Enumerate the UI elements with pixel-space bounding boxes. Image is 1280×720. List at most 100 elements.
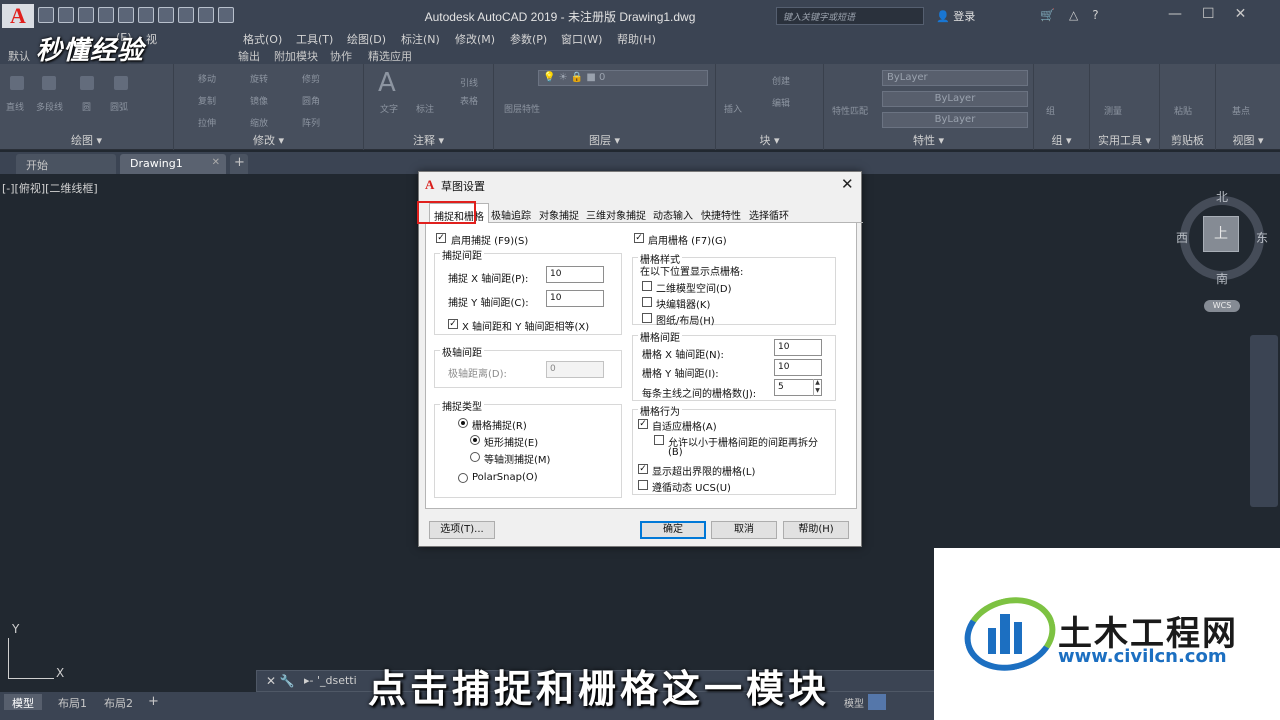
- maximize-button[interactable]: ☐: [1202, 6, 1215, 22]
- base-label[interactable]: 基点: [1232, 104, 1250, 117]
- help-icon[interactable]: ?: [1092, 8, 1098, 22]
- fillet-label[interactable]: 圆角: [302, 94, 320, 107]
- tab-dynamic-input[interactable]: 动态输入: [653, 207, 693, 222]
- navigation-bar[interactable]: [1250, 335, 1278, 507]
- ribbon-tab-output[interactable]: 输出: [238, 48, 260, 64]
- tab-polar-tracking[interactable]: 极轴追踪: [491, 207, 531, 222]
- layer-properties-label[interactable]: 图层特性: [504, 102, 540, 115]
- block-editor-checkbox[interactable]: [642, 297, 652, 307]
- grid-toggle-icon[interactable]: [868, 694, 886, 710]
- lineweight-dropdown[interactable]: ByLayer: [882, 112, 1028, 128]
- line-icon[interactable]: [10, 76, 24, 90]
- polar-distance-input[interactable]: 0: [546, 361, 604, 378]
- linetype-dropdown[interactable]: ByLayer: [882, 91, 1028, 107]
- new-tab-button[interactable]: +: [230, 154, 248, 174]
- polar-snap-radio[interactable]: [458, 473, 468, 483]
- ok-button[interactable]: 确定: [640, 521, 706, 539]
- polyline-icon[interactable]: [42, 76, 56, 90]
- layers-panel-title[interactable]: 图层 ▾: [494, 132, 715, 148]
- color-dropdown[interactable]: ByLayer: [882, 70, 1028, 86]
- menu-dimension[interactable]: 标注(N): [401, 31, 440, 47]
- insert-label[interactable]: 插入: [724, 102, 742, 115]
- snap-on-checkbox[interactable]: ✓: [436, 233, 446, 243]
- adaptive-grid-checkbox[interactable]: ✓: [638, 419, 648, 429]
- layout-tab-layout2[interactable]: 布局2: [96, 694, 141, 710]
- view-panel-title[interactable]: 视图 ▾: [1216, 132, 1280, 148]
- ribbon-tab-default[interactable]: 默认: [8, 48, 30, 64]
- grid-y-input[interactable]: 10: [774, 359, 822, 376]
- viewcube-south[interactable]: 南: [1216, 270, 1228, 287]
- menu-modify[interactable]: 修改(M): [455, 31, 495, 47]
- minimize-button[interactable]: —: [1168, 6, 1182, 22]
- paste-label[interactable]: 粘贴: [1174, 104, 1192, 117]
- mirror-label[interactable]: 镜像: [250, 94, 268, 107]
- tab-quick-properties[interactable]: 快捷特性: [701, 207, 741, 222]
- subdivide-checkbox[interactable]: [654, 435, 664, 445]
- match-properties-label[interactable]: 特性匹配: [832, 104, 868, 117]
- block-panel-title[interactable]: 块 ▾: [716, 132, 823, 148]
- annotation-panel-title[interactable]: 注释 ▾: [364, 132, 493, 148]
- snap-y-input[interactable]: 10: [546, 290, 604, 307]
- ribbon-tab-addins[interactable]: 附加模块: [274, 48, 318, 64]
- menu-format[interactable]: 格式(O): [243, 31, 282, 47]
- measure-label[interactable]: 测量: [1104, 104, 1122, 117]
- doc-tab-start[interactable]: 开始: [16, 154, 116, 174]
- layout-tab-model[interactable]: 模型: [4, 694, 42, 710]
- follow-ucs-checkbox[interactable]: [638, 480, 648, 490]
- trim-label[interactable]: 修剪: [302, 72, 320, 85]
- iso-snap-radio[interactable]: [470, 452, 480, 462]
- menu-tools[interactable]: 工具(T): [296, 31, 333, 47]
- grid-on-checkbox[interactable]: ✓: [634, 233, 644, 243]
- menu-draw[interactable]: 绘图(D): [347, 31, 386, 47]
- close-icon[interactable]: ✕ 🔧: [266, 674, 295, 688]
- arc-icon[interactable]: [114, 76, 128, 90]
- properties-panel-title[interactable]: 特性 ▾: [824, 132, 1033, 148]
- tab-3d-object-snap[interactable]: 三维对象捕捉: [586, 207, 646, 222]
- circle-icon[interactable]: [80, 76, 94, 90]
- layout-tab-layout1[interactable]: 布局1: [50, 694, 95, 710]
- options-button[interactable]: 选项(T)...: [429, 521, 495, 539]
- array-label[interactable]: 阵列: [302, 116, 320, 129]
- login-button[interactable]: 👤 登录: [936, 8, 975, 24]
- rotate-label[interactable]: 旋转: [250, 72, 268, 85]
- cart-icon[interactable]: 🛒: [1040, 8, 1055, 22]
- dialog-close-button[interactable]: ✕: [841, 175, 854, 193]
- leader-label[interactable]: 引线: [460, 76, 478, 89]
- create-label[interactable]: 创建: [772, 74, 790, 87]
- sheet-layout-checkbox[interactable]: [642, 313, 652, 323]
- a360-icon[interactable]: △: [1069, 8, 1078, 22]
- stepper-arrows-icon[interactable]: ▲ ▼: [813, 379, 821, 396]
- model-space-checkbox[interactable]: [642, 281, 652, 291]
- menu-view[interactable]: 视: [146, 31, 157, 47]
- command-input[interactable]: ▸- '_dsetti: [304, 674, 357, 687]
- viewcube-west[interactable]: 西: [1176, 229, 1188, 246]
- viewcube-top-face[interactable]: 上: [1203, 216, 1239, 252]
- groups-panel-title[interactable]: 组 ▾: [1034, 132, 1089, 148]
- scale-label[interactable]: 缩放: [250, 116, 268, 129]
- copy-label[interactable]: 复制: [198, 94, 216, 107]
- add-layout-button[interactable]: +: [142, 694, 165, 710]
- grid-x-input[interactable]: 10: [774, 339, 822, 356]
- clipboard-panel-title[interactable]: 剪贴板: [1160, 132, 1215, 148]
- dimension-label[interactable]: 标注: [416, 102, 434, 115]
- viewcube-north[interactable]: 北: [1216, 188, 1228, 205]
- menu-parametric[interactable]: 参数(P): [510, 31, 547, 47]
- utilities-panel-title[interactable]: 实用工具 ▾: [1090, 132, 1159, 148]
- equal-xy-checkbox[interactable]: ✓: [448, 319, 458, 329]
- close-tab-icon[interactable]: ✕: [212, 157, 220, 168]
- snap-x-input[interactable]: 10: [546, 266, 604, 283]
- menu-window[interactable]: 窗口(W): [561, 31, 602, 47]
- move-label[interactable]: 移动: [198, 72, 216, 85]
- ribbon-tab-featured-apps[interactable]: 精选应用: [368, 48, 412, 64]
- ribbon-tab-collaborate[interactable]: 协作: [330, 48, 352, 64]
- group-label[interactable]: 组: [1046, 104, 1055, 117]
- beyond-limits-checkbox[interactable]: ✓: [638, 464, 648, 474]
- text-icon[interactable]: A: [378, 68, 396, 98]
- rect-snap-radio[interactable]: [470, 435, 480, 445]
- viewcube-east[interactable]: 东: [1256, 229, 1268, 246]
- layer-dropdown[interactable]: 💡 ☀ 🔒 ■ 0: [538, 70, 708, 86]
- wcs-menu[interactable]: WCS: [1204, 300, 1240, 312]
- search-input[interactable]: 键入关键字或短语: [776, 7, 924, 25]
- grid-snap-radio[interactable]: [458, 418, 468, 428]
- modify-panel-title[interactable]: 修改 ▾: [174, 132, 363, 148]
